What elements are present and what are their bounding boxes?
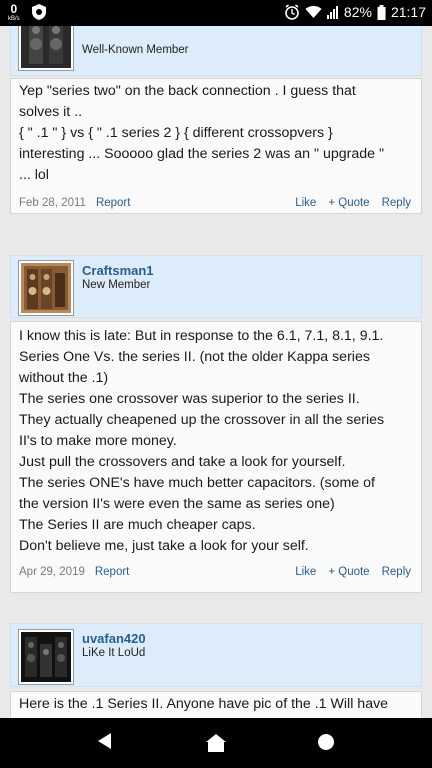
post: uvafan420 LiKe It LoUd Here is the .1 Se… [10, 623, 422, 718]
message-line: interesting ... Sooooo glad the series 2… [19, 146, 384, 162]
post: Well-Known Member Yep "series two" on th… [10, 26, 422, 216]
message-line: The series ONE's have much better capaci… [19, 475, 375, 491]
recent-apps-button[interactable] [317, 733, 335, 756]
post-message: I know this is late: But in response to … [19, 326, 415, 557]
reply-link[interactable]: Reply [382, 197, 411, 209]
network-speed-unit: kB/s [8, 16, 20, 22]
report-link[interactable]: Report [96, 197, 131, 209]
status-bar: 0 kB/s 82% 21:17 [0, 0, 432, 26]
battery-percent: 82% [343, 4, 372, 20]
like-link[interactable]: Like [295, 566, 316, 578]
post: Craftsman1 New Member I know this is lat… [10, 255, 422, 593]
clock-time: 21:17 [390, 4, 426, 20]
message-line: { " .1 " } vs { " .1 series 2 } { differ… [19, 125, 333, 141]
post-actions: Like + Quote Reply [295, 197, 411, 209]
security-shield-icon [30, 3, 48, 26]
post-header: Craftsman1 New Member [10, 255, 422, 318]
message-line: I know this is late: But in response to … [19, 328, 384, 344]
avatar[interactable] [18, 260, 74, 316]
message-line: II's to make more money. [19, 433, 177, 449]
back-button[interactable] [98, 733, 112, 754]
like-link[interactable]: Like [295, 197, 316, 209]
quote-link[interactable]: + Quote [328, 197, 369, 209]
message-line: Don't believe me, just take a look for y… [19, 538, 309, 554]
message-line: Here is the .1 Series II. Anyone have pi… [19, 696, 389, 712]
avatar[interactable] [18, 26, 74, 71]
user-title: LiKe It LoUd [82, 647, 146, 659]
wifi-icon [305, 5, 322, 19]
quote-link[interactable]: + Quote [328, 566, 369, 578]
message-line: They actually cheapened up the crossover… [19, 412, 385, 428]
message-line: The Series II are much cheaper caps. [19, 517, 256, 533]
post-header: uvafan420 LiKe It LoUd [10, 623, 422, 687]
battery-icon [377, 4, 386, 20]
user-title: Well-Known Member [82, 44, 189, 56]
user-title: New Member [82, 279, 151, 291]
home-button[interactable] [206, 734, 226, 757]
avatar[interactable] [18, 629, 74, 685]
navigation-bar [0, 718, 432, 768]
message-line: Just pull the crossovers and take a look… [19, 454, 346, 470]
post-body: Yep "series two" on the back connection … [10, 78, 422, 214]
signal-icon [326, 5, 339, 19]
thread-content: Well-Known Member Yep "series two" on th… [0, 26, 432, 718]
reply-link[interactable]: Reply [382, 566, 411, 578]
post-actions: Like + Quote Reply [295, 566, 411, 578]
message-line: ... lol [19, 167, 49, 183]
message-line: Series One Vs. the series II. (not the o… [19, 349, 370, 365]
message-line: the version II's were even the same as s… [19, 496, 335, 512]
message-line: without the .1) [19, 370, 109, 386]
post-message: Yep "series two" on the back connection … [19, 81, 415, 186]
moon-icon [58, 4, 72, 25]
post-date[interactable]: Feb 28, 2011 [19, 197, 86, 209]
post-message: Here is the .1 Series II. Anyone have pi… [19, 694, 415, 715]
network-speed-value: 0 [10, 2, 18, 16]
post-body: I know this is late: But in response to … [10, 321, 422, 593]
message-line: Yep "series two" on the back connection … [19, 83, 356, 99]
alarm-icon [284, 4, 300, 20]
network-speed: 0 kB/s [8, 2, 20, 24]
username[interactable]: uvafan420 [82, 631, 146, 646]
post-header: Well-Known Member [10, 26, 422, 76]
post-body: Here is the .1 Series II. Anyone have pi… [10, 691, 422, 718]
username[interactable]: Craftsman1 [82, 263, 154, 278]
message-line: The series one crossover was superior to… [19, 391, 360, 407]
message-line: solves it .. [19, 104, 83, 120]
report-link[interactable]: Report [95, 566, 130, 578]
post-date[interactable]: Apr 29, 2019 [19, 566, 85, 578]
